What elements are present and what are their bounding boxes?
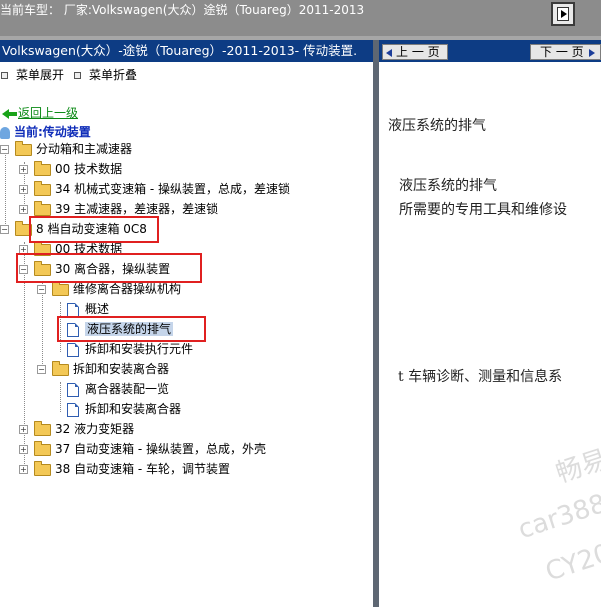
back-link[interactable]: 返回上一级 [2,104,78,121]
tree-node-label: 拆卸和安装执行元件 [85,342,194,356]
tree-node[interactable]: +32 液力变矩器 [19,420,134,438]
expand-toggle-icon[interactable]: + [19,445,28,454]
menu-collapse-button[interactable]: 菜单折叠 [74,66,137,83]
content-subheading: 液压系统的排气 [399,178,497,194]
folder-open-icon [52,280,69,296]
navigation-panel: Volkswagen(大众）-途锐（Touareg）-2011-2013- 传动… [0,40,373,607]
watermark-text: CY20 [541,538,601,588]
prev-page-button[interactable]: 上 一 页 [382,44,448,60]
tree-node-label: 32 液力变矩器 [55,422,135,436]
expand-toggle-icon[interactable]: + [19,465,28,474]
tree-leaf[interactable]: 离合器装配一览 [67,380,169,398]
tree-node-label: 38 自动变速箱 - 车轮，调节装置 [55,462,231,476]
collapse-toggle-icon[interactable]: − [0,145,9,154]
back-arrow-icon [2,108,18,119]
tree-node-label: 39 主减速器，差速器，差速锁 [55,202,219,216]
watermark-text: 畅易 [552,444,601,490]
folder-open-icon [15,140,32,156]
next-page-label: 下 一 页 [540,45,584,59]
tree-node-label: 概述 [85,302,110,316]
expand-toggle-icon[interactable]: + [19,205,28,214]
expand-toggle-icon[interactable]: + [19,425,28,434]
special-tools-text: 所需要的专用工具和维修设 [399,202,567,218]
square-icon [1,72,8,79]
tree-node-label: 37 自动变速箱 - 操纵装置，总成，外壳 [55,442,267,456]
square-icon [74,72,81,79]
arrow-left-icon [386,48,392,57]
tree-leaf[interactable]: 拆卸和安装离合器 [67,400,181,418]
tree-node-label: 拆卸和安装离合器 [85,402,182,416]
folder-open-icon [52,360,69,376]
tree-leaf[interactable]: 拆卸和安装执行元件 [67,340,193,358]
current-location-label: 当前:传动装置 [14,125,91,139]
back-link-label: 返回上一级 [18,106,79,120]
menu-expand-label: 菜单展开 [16,68,65,82]
expand-toggle-icon[interactable]: + [19,165,28,174]
highlight-box [16,253,202,283]
highlight-box [57,316,206,342]
tree-node[interactable]: +34 机械式变速箱 - 操纵装置，总成，差速锁 [19,180,290,198]
next-page-button[interactable]: 下 一 页 [530,44,601,60]
menu-collapse-label: 菜单折叠 [89,68,138,82]
vehicle-title: 当前车型： 厂家:Volkswagen(大众）途锐（Touareg）2011-2… [0,3,365,17]
tree-node-label: 分动箱和主减速器 [36,142,133,156]
window-titlebar: 当前车型： 厂家:Volkswagen(大众）途锐（Touareg）2011-2… [0,0,601,36]
document-icon [67,302,79,317]
exit-door-icon [557,7,569,21]
tree-node-label: 34 机械式变速箱 - 操纵装置，总成，差速锁 [55,182,291,196]
folder-icon [34,180,51,196]
document-icon [67,402,79,417]
collapse-toggle-icon[interactable]: − [0,225,9,234]
tree-node-label: 00 技术数据 [55,162,123,176]
content-panel: 上 一 页 下 一 页 液压系统的排气 液压系统的排气 所需要的专用工具和维修设… [379,40,601,607]
tree-node[interactable]: +00 技术数据 [19,160,122,178]
collapse-toggle-icon[interactable]: − [37,285,46,294]
menu-expand-button[interactable]: 菜单展开 [1,66,64,83]
tree-node[interactable]: − 拆卸和安装离合器 [37,360,169,378]
tree-node[interactable]: +37 自动变速箱 - 操纵装置，总成，外壳 [19,440,266,458]
document-icon [67,342,79,357]
prev-page-label: 上 一 页 [396,45,440,59]
folder-icon [34,420,51,436]
highlight-box [29,216,159,243]
folder-icon [34,160,51,176]
expand-toggle-icon[interactable]: + [19,185,28,194]
folder-icon [34,460,51,476]
arrow-right-icon [588,48,595,57]
folder-icon [34,440,51,456]
watermark-text: car388 [514,488,601,546]
tree-line [5,152,6,230]
panel-header: Volkswagen(大众）-途锐（Touareg）-2011-2013- 传动… [0,40,373,62]
tree-node-label: 拆卸和安装离合器 [73,362,170,376]
document-icon [67,382,79,397]
content-heading: 液压系统的排气 [388,118,486,134]
exit-button[interactable] [551,2,575,26]
tree-node-label: 维修离合器操纵机构 [73,282,182,296]
tree-node-label: 离合器装配一览 [85,382,170,396]
tree-node[interactable]: − 分动箱和主减速器 [0,140,132,158]
tree-node[interactable]: +38 自动变速箱 - 车轮，调节装置 [19,460,230,478]
tree-line [60,382,61,412]
current-location: 当前:传动装置 [0,123,91,140]
diagnostic-reference-text: t 车辆诊断、测量和信息系 [398,369,563,385]
content-header: 上 一 页 下 一 页 [379,40,601,62]
location-icon [0,126,10,139]
collapse-toggle-icon[interactable]: − [37,365,46,374]
folder-icon [34,200,51,216]
